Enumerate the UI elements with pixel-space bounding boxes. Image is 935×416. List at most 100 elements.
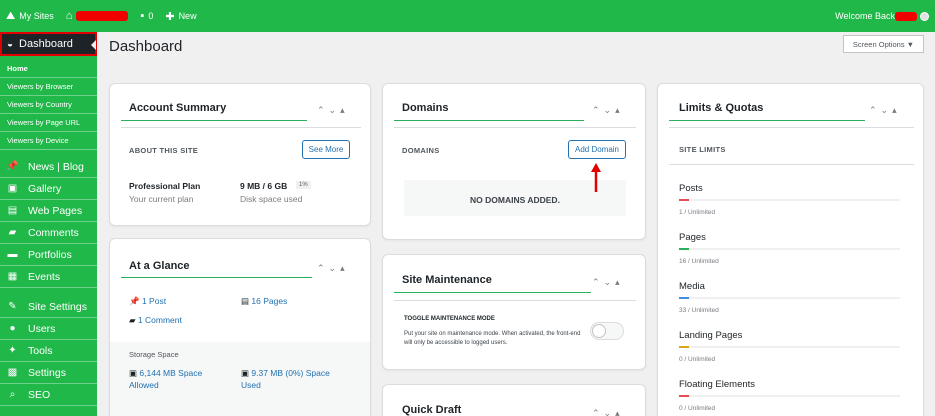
site-home-menu[interactable]: ⌂: [66, 10, 129, 22]
comments-menu[interactable]: ▪ 0: [140, 10, 153, 22]
sidebar-item-news-blog[interactable]: 📌 News | Blog: [0, 156, 97, 178]
sidebar-item-site-settings[interactable]: ✎ Site Settings: [0, 296, 97, 318]
limit-value-posts: 1 / Unlimited: [679, 209, 716, 216]
sidebar-item-label: Portfolios: [28, 248, 72, 261]
new-content-menu[interactable]: ✚ New: [165, 10, 196, 23]
user-icon: ●: [9, 323, 16, 334]
glance-comments[interactable]: ▰ 1 Comment: [129, 315, 182, 326]
sidebar-item-web-pages[interactable]: ▤ Web Pages: [0, 200, 97, 222]
title-underline: [669, 120, 865, 121]
sidebar-item-dashboard[interactable]: ◒ Dashboard: [0, 32, 97, 56]
page-title: Dashboard: [109, 38, 183, 55]
card-title: At a Glance: [129, 260, 190, 272]
sidebar-item-users[interactable]: ● Users: [0, 318, 97, 340]
sidebar-item-events[interactable]: ▦ Events: [0, 266, 97, 288]
card-title: Limits & Quotas: [679, 102, 764, 114]
card-controls[interactable]: ⌃⌄▴: [869, 105, 901, 116]
submenu-viewers-by-browser[interactable]: Viewers by Browser: [0, 78, 97, 96]
redacted-site-name: [76, 11, 129, 21]
submenu-home[interactable]: Home: [0, 60, 97, 78]
sidebar-item-tools[interactable]: ✦ Tools: [0, 340, 97, 362]
storage-icon: ▣: [241, 368, 250, 378]
limit-value-pages: 16 / Unlimited: [679, 258, 719, 265]
submenu-viewers-by-page-url[interactable]: Viewers by Page URL: [0, 114, 97, 132]
submenu-viewers-by-country[interactable]: Viewers by Country: [0, 96, 97, 114]
plus-icon: ✚: [165, 10, 175, 23]
empty-domains-message: NO DOMAINS ADDED.: [470, 195, 560, 205]
submenu-viewers-by-device[interactable]: Viewers by Device: [0, 132, 97, 150]
card-controls[interactable]: ⌃⌄▴: [592, 408, 624, 416]
maintenance-toggle[interactable]: [590, 322, 624, 340]
limit-bar-posts: [679, 199, 900, 201]
sidebar-item-label: Events: [28, 270, 61, 283]
quick-draft-card: Quick Draft ⌃⌄▴: [382, 384, 646, 416]
limit-bar-floating-elements: [679, 395, 900, 397]
limit-label-media: Media: [679, 281, 705, 292]
limit-label-landing-pages: Landing Pages: [679, 330, 743, 341]
limit-label-floating-elements: Floating Elements: [679, 379, 756, 390]
title-underline: [394, 120, 584, 121]
comment-icon: ▰: [129, 315, 136, 325]
home-icon: ⌂: [65, 10, 73, 22]
section-heading: SITE LIMITS: [679, 145, 726, 154]
limit-label-posts: Posts: [679, 183, 703, 194]
card-controls[interactable]: ⌃⌄▴: [592, 105, 624, 116]
annotation-arrow-icon: [591, 163, 601, 192]
sidebar-item-portfolios[interactable]: ▬ Portfolios: [0, 244, 97, 266]
section-heading: DOMAINS: [402, 146, 440, 155]
search-icon: ⌕: [9, 389, 16, 400]
screen-options-button[interactable]: Screen Options ▼: [843, 35, 924, 53]
avatar: [920, 11, 929, 21]
sidebar-item-gallery[interactable]: ▣ Gallery: [0, 178, 97, 200]
sidebar-item-comments[interactable]: ▰ Comments: [0, 222, 97, 244]
card-controls[interactable]: ⌃⌄▴: [317, 105, 349, 116]
card-controls[interactable]: ⌃⌄▴: [592, 277, 624, 288]
comment-icon: ▪: [140, 10, 145, 22]
card-title: Quick Draft: [402, 404, 462, 416]
limit-value-media: 33 / Unlimited: [679, 307, 719, 314]
sidebar-item-label: Users: [28, 322, 56, 335]
disk-usage-value: 9 MB / 6 GB: [240, 181, 288, 191]
card-title: Site Maintenance: [402, 274, 492, 286]
my-sites-menu[interactable]: ⛰ My Sites: [6, 10, 54, 23]
at-a-glance-card: At a Glance ⌃⌄▴ 📌 1 Post ▤ 16 Pages ▰ 1 …: [109, 238, 371, 416]
see-more-button[interactable]: See More: [302, 140, 350, 159]
gallery-icon: ▣: [7, 183, 18, 194]
sidebar-item-label: Dashboard: [19, 38, 73, 50]
glance-pages[interactable]: ▤ 16 Pages: [241, 296, 287, 307]
sidebar-item-settings[interactable]: ▩ Settings: [0, 362, 97, 384]
calendar-icon: ▦: [7, 271, 18, 282]
card-title: Account Summary: [129, 102, 227, 114]
sidebar-item-label: Comments: [28, 226, 79, 239]
disk-usage-badge: 1%: [296, 181, 311, 189]
welcome-text: Welcome Back: [835, 11, 895, 21]
pin-icon: 📌: [6, 161, 19, 172]
pages-icon: ▤: [241, 296, 250, 306]
sidebar-item-label: Web Pages: [28, 204, 83, 217]
limit-value-floating-elements: 0 / Unlimited: [679, 405, 716, 412]
storage-label: Storage Space: [129, 350, 179, 359]
section-heading: ABOUT THIS SITE: [129, 146, 199, 155]
sidebar-item-label: Settings: [28, 366, 66, 379]
card-controls[interactable]: ⌃⌄▴: [317, 263, 349, 274]
admin-sidebar: ◒ Dashboard Home Viewers by Browser View…: [0, 32, 97, 416]
admin-top-bar: ⛰ My Sites ⌂ ▪ 0 ✚ New Welcome Back: [0, 0, 935, 32]
sidebar-item-seo[interactable]: ⌕ SEO: [0, 384, 97, 406]
pin-icon: 📌: [129, 296, 140, 306]
maintenance-description: Put your site on maintenance mode. When …: [404, 331, 581, 346]
limit-value-landing-pages: 0 / Unlimited: [679, 356, 716, 363]
my-sites-label: My Sites: [19, 11, 54, 21]
add-domain-button[interactable]: Add Domain: [568, 140, 626, 159]
limit-bar-media: [679, 297, 900, 299]
glance-posts[interactable]: 📌 1 Post: [129, 296, 166, 307]
sites-icon: ⛰: [6, 9, 16, 22]
limit-bar-pages: [679, 248, 900, 250]
plan-name: Professional Plan: [129, 181, 201, 191]
sidebar-item-label: News | Blog: [28, 160, 84, 173]
limit-label-pages: Pages: [679, 232, 706, 243]
dashboard-icon: ◒: [7, 38, 14, 50]
limits-quotas-card: Limits & Quotas ⌃⌄▴ SITE LIMITS Posts 1 …: [657, 83, 924, 416]
account-summary-card: Account Summary ⌃⌄▴ ABOUT THIS SITE See …: [109, 83, 371, 226]
card-title: Domains: [402, 102, 449, 114]
account-menu[interactable]: Welcome Back: [835, 11, 929, 21]
